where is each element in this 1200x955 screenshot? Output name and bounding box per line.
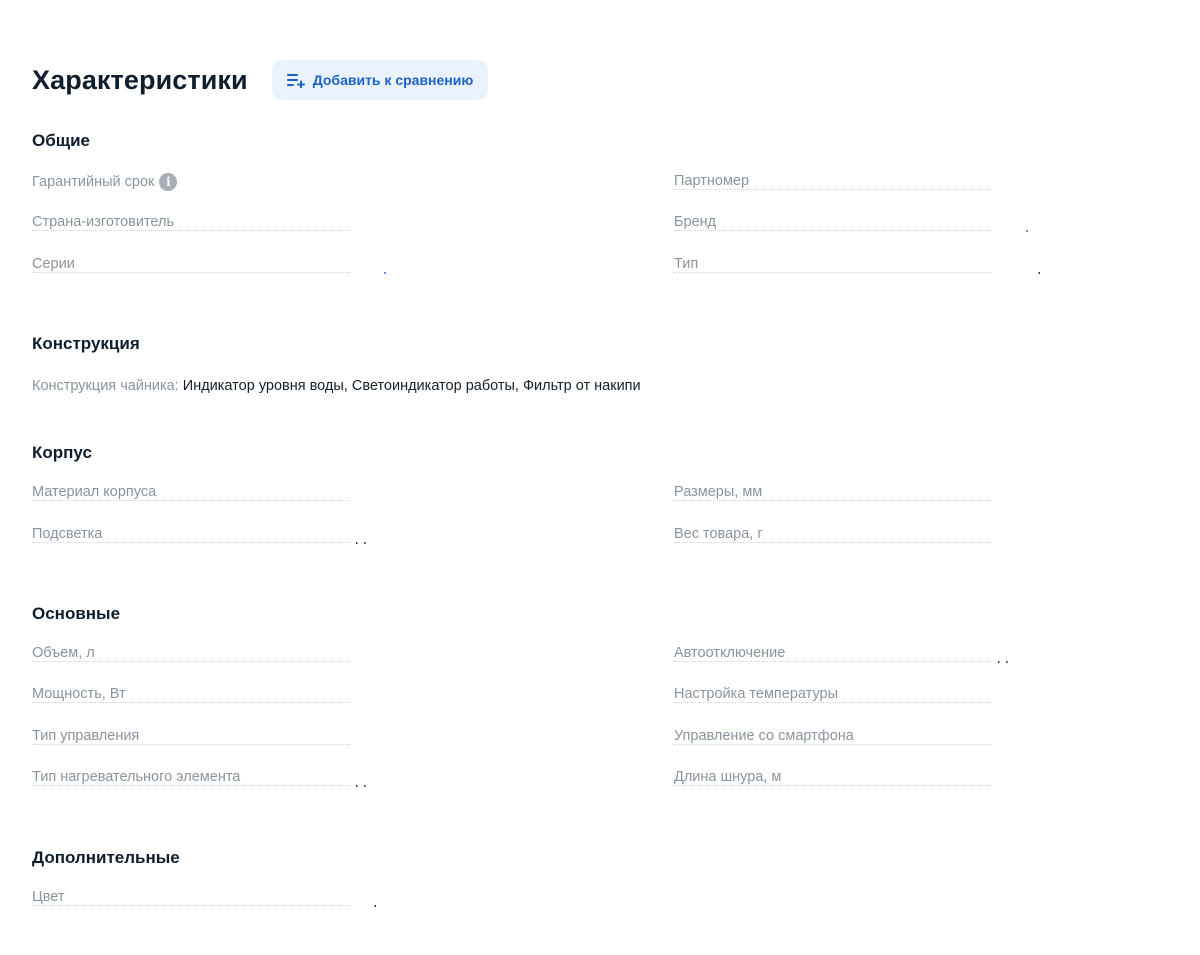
- section-construction: Конструкция Конструкция чайника: Индикат…: [32, 333, 1182, 394]
- spec-pair: Вес товара, г 890: [674, 526, 1174, 548]
- section-title: Общие: [32, 131, 90, 150]
- spec-inline: Конструкция чайника: Индикатор уровня во…: [32, 375, 641, 397]
- spec-name: Автоотключение: [674, 645, 1174, 661]
- spec-pair: Страна-изготовитель Китай: [32, 214, 532, 236]
- spec-row: Гарантийный срок i 24 мес. Партномер 871…: [32, 173, 1182, 195]
- spec-pair: Партномер 8710103941057: [674, 173, 1174, 195]
- spec-name: Серии: [32, 256, 532, 272]
- info-icon[interactable]: i: [159, 173, 178, 191]
- spec-name: Гарантийный срок i: [32, 173, 532, 191]
- spec-name: Размеры, мм: [674, 484, 1174, 500]
- spec-row: Подсветка Да Вес товара, г 890: [32, 526, 1182, 548]
- spec-pair: Управление со смартфона Нет: [674, 728, 1174, 750]
- spec-pair: Настройка температуры Нет: [674, 686, 1174, 708]
- spec-name: Цвет: [32, 889, 532, 905]
- add-to-compare-icon: [286, 72, 306, 88]
- spec-name: Конструкция чайника:: [32, 378, 179, 394]
- spec-pair: Цвет Черный: [32, 889, 532, 911]
- specs-header: Характеристики Добавить к сравнению: [32, 60, 489, 100]
- spec-name: Управление со смартфона: [674, 728, 1174, 744]
- spec-pair: Материал корпуса Пластик: [32, 484, 532, 506]
- spec-row: Конструкция чайника: Индикатор уровня во…: [32, 375, 1182, 397]
- spec-pair: Гарантийный срок i 24 мес.: [32, 173, 532, 195]
- spec-pair: Мощность, Вт 2200: [32, 686, 532, 708]
- page-title: Характеристики: [32, 64, 248, 95]
- spec-row: Тип нагревательного элемента Дисковый Дл…: [32, 769, 1182, 791]
- spec-pair: Длина шнура, м 0.75: [674, 769, 1174, 791]
- spec-name: Партномер: [674, 173, 1174, 189]
- spec-row: Материал корпуса Пластик Размеры, мм 160…: [32, 484, 1182, 506]
- spec-name: Бренд: [674, 214, 1174, 230]
- spec-pair: Тип управления Механическое: [32, 728, 532, 750]
- section-title: Корпус: [32, 443, 92, 462]
- add-to-compare-button[interactable]: Добавить к сравнению: [271, 60, 489, 100]
- add-to-compare-label: Добавить к сравнению: [312, 72, 474, 88]
- spec-pair: Подсветка Да: [32, 526, 532, 548]
- spec-row: Серии Philips Series 3000 Тип Электричес…: [32, 256, 1182, 278]
- spec-row: Объем, л 1.7 Автоотключение Да: [32, 645, 1182, 667]
- spec-row: Тип управления Механическое Управление с…: [32, 728, 1182, 750]
- spec-name: Вес товара, г: [674, 526, 1174, 542]
- spec-name: Подсветка: [32, 526, 532, 542]
- spec-name: Мощность, Вт: [32, 686, 532, 702]
- spec-pair: Тип Электрический чайник: [674, 256, 1174, 278]
- spec-name: Тип: [674, 256, 1174, 272]
- spec-name: Страна-изготовитель: [32, 214, 532, 230]
- spec-name: Материал корпуса: [32, 484, 532, 500]
- section-title: Конструкция: [32, 334, 140, 353]
- spec-value: Индикатор уровня воды, Светоиндикатор ра…: [182, 378, 641, 394]
- section-main: Основные Объем, л 1.7 Автоотключение Да …: [32, 603, 1182, 788]
- spec-row: Цвет Черный: [32, 889, 1182, 911]
- spec-pair: Автоотключение Да: [674, 645, 1174, 667]
- spec-name: Настройка температуры: [674, 686, 1174, 702]
- spec-pair: Серии Philips Series 3000: [32, 256, 532, 278]
- spec-pair: Размеры, мм 160x253x233: [674, 484, 1174, 506]
- spec-row: Мощность, Вт 2200 Настройка температуры …: [32, 686, 1182, 708]
- spec-pair: Объем, л 1.7: [32, 645, 532, 667]
- section-body: Корпус Материал корпуса Пластик Размеры,…: [32, 442, 1182, 545]
- section-title: Основные: [32, 604, 121, 623]
- spec-name: Объем, л: [32, 645, 532, 661]
- spec-name: Длина шнура, м: [674, 769, 1174, 785]
- section-title: Дополнительные: [32, 848, 180, 867]
- spec-name: Тип нагревательного элемента: [32, 769, 532, 785]
- spec-row: Страна-изготовитель Китай Бренд Philips: [32, 214, 1182, 236]
- spec-pair: Тип нагревательного элемента Дисковый: [32, 769, 532, 791]
- section-general: Общие Гарантийный срок i 24 мес. Партном…: [32, 130, 1182, 275]
- spec-pair: Бренд Philips: [674, 214, 1174, 236]
- spec-name: Тип управления: [32, 728, 532, 744]
- section-extra: Дополнительные Цвет Черный: [32, 847, 1182, 908]
